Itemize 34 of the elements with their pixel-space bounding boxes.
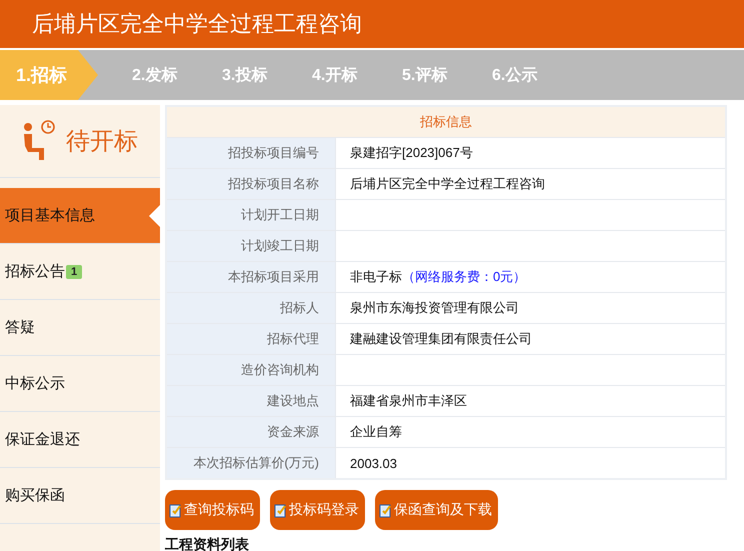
field-label: 资金来源 bbox=[166, 416, 336, 448]
document-icon bbox=[379, 502, 392, 518]
sidebar-item[interactable]: 项目基本信息 bbox=[0, 188, 160, 244]
count-badge: 1 bbox=[66, 264, 82, 278]
field-label: 计划开工日期 bbox=[166, 200, 336, 230]
action-button[interactable]: 投标码登录 bbox=[270, 490, 365, 530]
step-tab[interactable]: 3.投标 bbox=[200, 50, 290, 100]
action-button[interactable]: 保函查询及下载 bbox=[375, 490, 498, 530]
step-tab[interactable]: 4.开标 bbox=[290, 50, 380, 100]
field-label: 建设地点 bbox=[166, 386, 336, 416]
field-label: 本次招标估算价(万元) bbox=[166, 448, 336, 479]
sidebar-item[interactable]: 中标公示 bbox=[0, 356, 160, 412]
status-label: 待开标 bbox=[66, 127, 138, 157]
field-label: 计划竣工日期 bbox=[166, 230, 336, 262]
document-icon bbox=[274, 502, 287, 518]
sidebar-item[interactable]: 购买保函 bbox=[0, 468, 160, 524]
field-label: 本招标项目采用 bbox=[166, 262, 336, 292]
sidebar-item[interactable]: 保证金退还 bbox=[0, 412, 160, 468]
field-label: 招标人 bbox=[166, 292, 336, 324]
field-label: 招投标项目编号 bbox=[166, 138, 336, 168]
document-icon bbox=[169, 502, 182, 518]
section-title: 工程资料列表 bbox=[165, 536, 250, 551]
field-label: 招投标项目名称 bbox=[166, 168, 336, 200]
sidebar-item[interactable]: 招标公告 1 bbox=[0, 244, 160, 300]
field-label: 造价咨询机构 bbox=[166, 354, 336, 386]
action-button[interactable]: 查询投标码 bbox=[165, 490, 260, 530]
step-tab[interactable]: 6.公示 bbox=[470, 50, 560, 100]
waiting-person-icon bbox=[22, 120, 56, 162]
step-tab[interactable]: 5.评标 bbox=[380, 50, 470, 100]
sidebar-item[interactable]: 答疑 bbox=[0, 300, 160, 356]
table-title: 招标信息 bbox=[166, 106, 726, 138]
field-label: 招标代理 bbox=[166, 324, 336, 354]
step-tab[interactable]: 2.发标 bbox=[110, 50, 200, 100]
page-title: 后埔片区完全中学全过程工程咨询 bbox=[32, 10, 362, 38]
